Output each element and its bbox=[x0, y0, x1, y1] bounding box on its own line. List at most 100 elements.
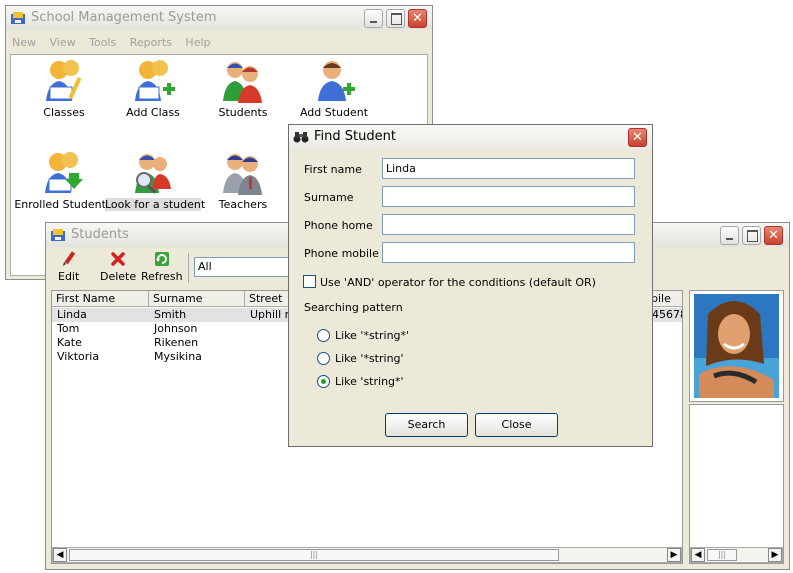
cell-surname: Smith bbox=[154, 308, 187, 321]
dialog-close-button[interactable]: ✕ bbox=[628, 128, 647, 147]
close-icon: ✕ bbox=[768, 228, 779, 243]
cell-first-name: Tom bbox=[57, 322, 80, 335]
launcher-label: Classes bbox=[43, 106, 85, 119]
launcher-label: Enrolled Students bbox=[14, 198, 112, 211]
close-dialog-button[interactable]: Close bbox=[475, 413, 558, 437]
photo-panel bbox=[689, 290, 784, 402]
searching-pattern-heading: Searching pattern bbox=[304, 301, 403, 314]
first-name-input[interactable]: Linda bbox=[382, 158, 635, 179]
pencil-icon bbox=[62, 251, 75, 266]
add-student-icon bbox=[318, 61, 355, 101]
enrolled-students-icon bbox=[45, 152, 83, 193]
launcher-classes[interactable]: Classes bbox=[19, 57, 109, 119]
delete-button[interactable]: Delete bbox=[100, 251, 136, 283]
student-photo bbox=[694, 294, 779, 398]
cell-surname: Rikenen bbox=[154, 336, 199, 349]
look-for-student-icon bbox=[135, 154, 171, 194]
find-student-dialog: Find Student ✕ First name Linda Surname … bbox=[288, 124, 653, 447]
cell-first-name: Kate bbox=[57, 336, 82, 349]
radio-selected-dot bbox=[321, 379, 326, 384]
teachers-icon bbox=[223, 154, 262, 195]
edit-label: Edit bbox=[58, 270, 80, 283]
scroll-left-icon[interactable]: ◀ bbox=[53, 548, 67, 562]
phone-home-label: Phone home bbox=[304, 219, 373, 232]
minimize-icon bbox=[726, 238, 733, 240]
app-icon bbox=[51, 229, 65, 241]
close-icon: ✕ bbox=[632, 130, 643, 145]
surname-input[interactable] bbox=[382, 186, 635, 207]
phone-mobile-input[interactable] bbox=[382, 242, 635, 263]
search-button[interactable]: Search bbox=[385, 413, 468, 437]
pattern-radio-starts-with[interactable] bbox=[317, 375, 330, 388]
scroll-thumb[interactable]: ||| bbox=[69, 549, 559, 561]
scroll-right-icon[interactable]: ▶ bbox=[768, 548, 782, 562]
and-operator-label: Use 'AND' operator for the conditions (d… bbox=[320, 276, 596, 289]
launcher-label: Add Student bbox=[299, 106, 369, 119]
dialog-titlebar[interactable]: Find Student ✕ bbox=[289, 125, 652, 149]
launcher-students[interactable]: Students bbox=[198, 57, 288, 119]
maximize-button[interactable] bbox=[742, 226, 761, 245]
students-icon bbox=[223, 62, 262, 103]
minimize-icon bbox=[370, 21, 377, 23]
launcher-add-class[interactable]: Add Class bbox=[108, 57, 198, 119]
pattern-label-contains: Like '*string*' bbox=[335, 329, 410, 342]
close-button[interactable]: ✕ bbox=[408, 9, 427, 28]
launcher-look-for-student[interactable]: Look for a student bbox=[105, 149, 206, 211]
pattern-label-ends-with: Like '*string' bbox=[335, 352, 404, 365]
minimize-button[interactable] bbox=[720, 226, 739, 245]
menu-help[interactable]: Help bbox=[185, 36, 210, 49]
launcher-teachers[interactable]: Teachers bbox=[198, 149, 288, 211]
menu-view[interactable]: View bbox=[50, 36, 76, 49]
add-class-icon bbox=[135, 60, 175, 101]
pattern-radio-contains[interactable] bbox=[317, 329, 330, 342]
menu-reports[interactable]: Reports bbox=[130, 36, 172, 49]
refresh-button[interactable]: Refresh bbox=[141, 251, 183, 283]
cell-surname: Johnson bbox=[154, 322, 198, 335]
launcher-label: Add Class bbox=[126, 106, 180, 119]
main-window-title: School Management System bbox=[31, 10, 217, 25]
edit-button[interactable]: Edit bbox=[58, 251, 79, 283]
and-operator-checkbox[interactable] bbox=[303, 275, 316, 288]
app-icon bbox=[11, 12, 25, 24]
horizontal-scrollbar[interactable]: ◀ ||| ▶ bbox=[52, 547, 682, 563]
cell-first-name: Viktoria bbox=[57, 350, 100, 363]
delete-icon bbox=[111, 252, 125, 266]
dialog-title: Find Student bbox=[314, 129, 396, 144]
filter-value: All bbox=[198, 260, 212, 273]
binoculars-icon bbox=[293, 132, 309, 143]
detail-panel: ◀ ||| ▶ bbox=[689, 404, 784, 564]
pattern-radio-ends-with[interactable] bbox=[317, 352, 330, 365]
first-name-label: First name bbox=[304, 163, 362, 176]
cell-surname: Mysikina bbox=[154, 350, 202, 363]
launcher-enrolled-students[interactable]: Enrolled Students bbox=[13, 149, 113, 211]
menu-bar: New View Tools Reports Help bbox=[12, 36, 221, 54]
launcher-add-student[interactable]: Add Student bbox=[289, 57, 379, 119]
cell-first-name: Linda bbox=[57, 308, 87, 321]
phone-home-input[interactable] bbox=[382, 214, 635, 235]
menu-new[interactable]: New bbox=[12, 36, 36, 49]
launcher-label: Teachers bbox=[218, 198, 268, 211]
scroll-left-icon[interactable]: ◀ bbox=[691, 548, 705, 562]
maximize-icon bbox=[391, 13, 402, 25]
delete-label: Delete bbox=[100, 270, 137, 283]
minimize-button[interactable] bbox=[364, 9, 383, 28]
maximize-icon bbox=[747, 230, 758, 242]
launcher-label: Students bbox=[218, 106, 268, 119]
launcher-label: Look for a student bbox=[105, 198, 206, 211]
filter-select[interactable]: All bbox=[194, 257, 294, 277]
classes-icon bbox=[46, 60, 82, 101]
column-header-surname[interactable]: Surname bbox=[149, 291, 245, 307]
students-window-title: Students bbox=[71, 227, 129, 242]
column-header-first-name[interactable]: First Name bbox=[52, 291, 149, 307]
scroll-right-icon[interactable]: ▶ bbox=[667, 548, 681, 562]
detail-horizontal-scrollbar[interactable]: ◀ ||| ▶ bbox=[690, 547, 783, 563]
refresh-label: Refresh bbox=[141, 270, 183, 283]
pattern-label-starts-with: Like 'string*' bbox=[335, 375, 404, 388]
main-titlebar[interactable]: School Management System ✕ bbox=[6, 6, 432, 30]
menu-tools[interactable]: Tools bbox=[89, 36, 116, 49]
close-button[interactable]: ✕ bbox=[764, 226, 783, 245]
refresh-icon bbox=[154, 252, 169, 266]
scroll-thumb[interactable]: ||| bbox=[707, 549, 737, 561]
maximize-button[interactable] bbox=[386, 9, 405, 28]
toolbar-divider bbox=[188, 253, 189, 283]
